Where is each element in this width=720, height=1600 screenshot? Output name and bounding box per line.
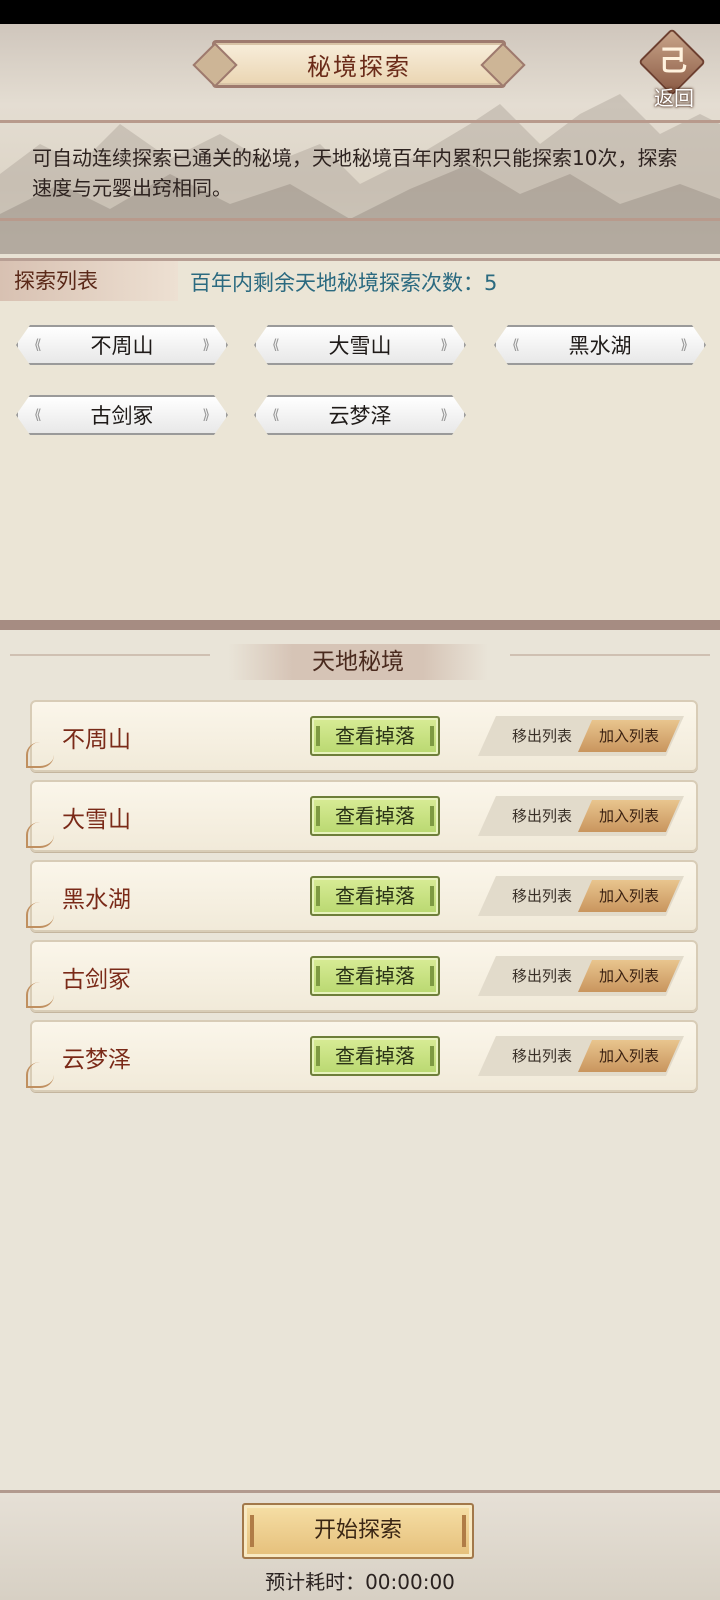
page-title: 秘境探索 (212, 40, 506, 88)
back-label: 返回 (654, 86, 694, 110)
chip-ornament-icon: ⟪ (272, 407, 280, 423)
panel-divider (0, 620, 720, 630)
realm-row-yunmengze: 云梦泽 查看掉落 移出列表 加入列表 (26, 1020, 698, 1092)
realm-name: 黑水湖 (62, 887, 131, 913)
realm-panel: 天地秘境 不周山 查看掉落 移出列表 加入列表 大雪山 查看掉落 移出列表 加入… (0, 630, 720, 1490)
realm-row-heishuihu: 黑水湖 查看掉落 移出列表 加入列表 (26, 860, 698, 932)
realm-row-daxueshan: 大雪山 查看掉落 移出列表 加入列表 (26, 780, 698, 852)
realm-row-gujianzhong: 古剑冢 查看掉落 移出列表 加入列表 (26, 940, 698, 1012)
list-toggle[interactable]: 移出列表 加入列表 (478, 876, 684, 916)
chip-ornament-icon: ⟫ (680, 337, 688, 353)
list-toggle[interactable]: 移出列表 加入列表 (478, 796, 684, 836)
realm-name: 古剑冢 (62, 967, 131, 993)
add-to-list-option[interactable]: 加入列表 (578, 800, 680, 832)
explore-description: 可自动连续探索已通关的秘境，天地秘境百年内累积只能探索10次，探索速度与元婴出窍… (32, 146, 678, 200)
view-drops-button[interactable]: 查看掉落 (310, 1036, 440, 1076)
view-drops-button[interactable]: 查看掉落 (310, 716, 440, 756)
remove-from-list-option[interactable]: 移出列表 (496, 716, 588, 756)
list-chip-yunmengze[interactable]: ⟪ 云梦泽 ⟫ (254, 395, 466, 435)
view-drops-button[interactable]: 查看掉落 (310, 956, 440, 996)
chip-ornament-icon: ⟪ (34, 337, 42, 353)
view-drops-button[interactable]: 查看掉落 (310, 796, 440, 836)
list-chip-buzhoushan[interactable]: ⟪ 不周山 ⟫ (16, 325, 228, 365)
list-toggle[interactable]: 移出列表 加入列表 (478, 716, 684, 756)
scroll-curl-icon (26, 1062, 54, 1088)
list-chip-heishuihu[interactable]: ⟪ 黑水湖 ⟫ (494, 325, 706, 365)
chip-ornament-icon: ⟪ (34, 407, 42, 423)
scroll-curl-icon (26, 742, 54, 768)
scroll-curl-icon (26, 822, 54, 848)
start-explore-button[interactable]: 开始探索 (242, 1503, 474, 1559)
scroll-curl-icon (26, 902, 54, 928)
chip-label: 不周山 (90, 334, 154, 358)
list-toggle[interactable]: 移出列表 加入列表 (478, 1036, 684, 1076)
chip-ornament-icon: ⟫ (440, 407, 448, 423)
chip-label: 黑水湖 (568, 334, 632, 358)
cloud-ornament-left (10, 654, 210, 656)
chip-ornament-icon: ⟫ (440, 337, 448, 353)
explore-list-tab: 探索列表 (0, 261, 178, 301)
remove-from-list-option[interactable]: 移出列表 (496, 956, 588, 996)
remaining-count-text: 百年内剩余天地秘境探索次数：5 (190, 271, 498, 295)
back-icon: 己 (658, 44, 687, 77)
realm-heading: 天地秘境 (228, 644, 488, 680)
description-bottom-border (0, 218, 720, 221)
realm-name: 大雪山 (62, 807, 131, 833)
list-chip-daxueshan[interactable]: ⟪ 大雪山 ⟫ (254, 325, 466, 365)
add-to-list-option[interactable]: 加入列表 (578, 880, 680, 912)
add-to-list-option[interactable]: 加入列表 (578, 960, 680, 992)
realm-row-buzhoushan: 不周山 查看掉落 移出列表 加入列表 (26, 700, 698, 772)
remove-from-list-option[interactable]: 移出列表 (496, 876, 588, 916)
back-button[interactable]: 己 返回 (638, 28, 708, 110)
status-bar (0, 0, 720, 24)
list-chip-gujianzhong[interactable]: ⟪ 古剑冢 ⟫ (16, 395, 228, 435)
chip-ornament-icon: ⟪ (512, 337, 520, 353)
cloud-ornament-right (510, 654, 710, 656)
description-top-border (0, 120, 720, 123)
view-drops-button[interactable]: 查看掉落 (310, 876, 440, 916)
add-to-list-option[interactable]: 加入列表 (578, 720, 680, 752)
scroll-curl-icon (26, 982, 54, 1008)
add-to-list-option[interactable]: 加入列表 (578, 1040, 680, 1072)
chip-ornament-icon: ⟪ (272, 337, 280, 353)
chip-ornament-icon: ⟫ (202, 407, 210, 423)
chip-label: 古剑冢 (90, 404, 154, 428)
chip-label: 云梦泽 (328, 404, 392, 428)
chip-ornament-icon: ⟫ (202, 337, 210, 353)
realm-name: 不周山 (62, 727, 131, 753)
remove-from-list-option[interactable]: 移出列表 (496, 1036, 588, 1076)
remove-from-list-option[interactable]: 移出列表 (496, 796, 588, 836)
chip-label: 大雪山 (328, 334, 392, 358)
estimated-time: 预计耗时：00:00:00 (265, 1570, 455, 1594)
list-toggle[interactable]: 移出列表 加入列表 (478, 956, 684, 996)
realm-name: 云梦泽 (62, 1047, 131, 1073)
explore-list-panel: 探索列表 百年内剩余天地秘境探索次数：5 ⟪ 不周山 ⟫ ⟪ 大雪山 ⟫ ⟪ 黑… (0, 258, 720, 622)
